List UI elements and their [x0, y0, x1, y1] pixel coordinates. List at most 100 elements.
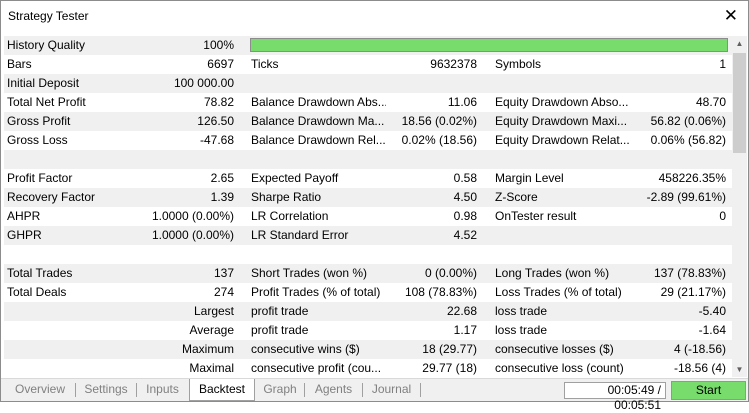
- sharpe-ratio-value: 4.50: [453, 191, 477, 204]
- consecutive-wins-value: 18 (29.77): [422, 343, 477, 356]
- ticks-value: 9632378: [430, 58, 477, 71]
- symbols-label: Symbols: [495, 58, 542, 71]
- short-trades-label: Short Trades (won %): [251, 267, 368, 280]
- largest-profit-trade-label: profit trade: [251, 305, 309, 318]
- report-row: AHPR 1.0000 (0.00%) LR Correlation 0.98 …: [4, 207, 732, 226]
- loss-trades-value: 29 (21.17%): [660, 286, 726, 299]
- ontester-result-value: 0: [719, 210, 726, 223]
- consecutive-losses-value: 4 (-18.56): [673, 343, 726, 356]
- balance-drawdown-max-value: 18.56 (0.02%): [401, 115, 477, 128]
- report-row: GHPR 1.0000 (0.00%) LR Standard Error 4.…: [4, 226, 732, 245]
- long-trades-value: 137 (78.83%): [653, 267, 726, 280]
- average-profit-trade-value: 1.17: [453, 324, 477, 337]
- backtest-report: History Quality 100% Bars 6697 Ticks 963…: [4, 36, 732, 376]
- report-row: Total Deals 274 Profit Trades (% of tota…: [4, 283, 732, 302]
- average-label: Average: [189, 324, 234, 337]
- total-deals-value: 274: [213, 286, 234, 299]
- title-bar: Strategy Tester ✕: [1, 1, 748, 33]
- vertical-scrollbar[interactable]: ▲ ▼: [732, 36, 747, 377]
- consecutive-profit-value: 29.77 (18): [422, 362, 477, 375]
- profit-factor-value: 2.65: [210, 172, 234, 185]
- gross-loss-value: -47.68: [199, 134, 234, 147]
- expected-payoff-value: 0.58: [453, 172, 477, 185]
- largest-loss-trade-value: -5.40: [698, 305, 726, 318]
- equity-drawdown-rel-label: Equity Drawdown Relat...: [495, 134, 630, 147]
- report-row: Largest profit trade 22.68 loss trade -5…: [4, 302, 732, 321]
- consecutive-profit-label: consecutive profit (cou...: [251, 362, 382, 375]
- close-icon[interactable]: ✕: [724, 6, 738, 26]
- window-title: Strategy Tester: [8, 9, 89, 23]
- profit-trades-label: Profit Trades (% of total): [251, 286, 381, 299]
- report-row: Profit Factor 2.65 Expected Payoff 0.58 …: [4, 169, 732, 188]
- short-trades-value: 0 (0.00%): [424, 267, 477, 280]
- consecutive-loss-label: consecutive loss (count): [495, 362, 624, 375]
- spacer-row: [4, 150, 732, 169]
- consecutive-losses-label: consecutive losses ($): [495, 343, 614, 356]
- average-loss-trade-value: -1.64: [698, 324, 726, 337]
- scrollbar-thumb[interactable]: [733, 53, 746, 153]
- initial-deposit-value: 100 000.00: [173, 77, 234, 90]
- margin-level-label: Margin Level: [495, 172, 564, 185]
- tab-backtest[interactable]: Backtest: [189, 379, 255, 401]
- lr-correlation-value: 0.98: [453, 210, 477, 223]
- consecutive-loss-value: -18.56 (4): [673, 362, 726, 375]
- tab-journal[interactable]: Journal: [363, 381, 420, 399]
- lr-standard-error-value: 4.52: [453, 229, 477, 242]
- bars-value: 6697: [207, 58, 234, 71]
- report-row: Maximum consecutive wins ($) 18 (29.77) …: [4, 340, 732, 359]
- report-row: Bars 6697 Ticks 9632378 Symbols 1: [4, 55, 732, 74]
- spacer-row: [4, 245, 732, 264]
- balance-drawdown-abs-value: 11.06: [447, 96, 477, 109]
- loss-trades-label: Loss Trades (% of total): [495, 286, 622, 299]
- profit-trades-value: 108 (78.83%): [404, 286, 477, 299]
- tab-bar: Overview Settings Inputs Backtest Graph …: [1, 378, 748, 412]
- recovery-factor-value: 1.39: [210, 191, 234, 204]
- balance-drawdown-rel-label: Balance Drawdown Rel...: [251, 134, 386, 147]
- tab-agents[interactable]: Agents: [305, 381, 362, 399]
- report-row: Gross Loss -47.68 Balance Drawdown Rel..…: [4, 131, 732, 150]
- history-quality-fill: [251, 39, 727, 51]
- report-row: Gross Profit 126.50 Balance Drawdown Ma.…: [4, 112, 732, 131]
- balance-drawdown-max-label: Balance Drawdown Ma...: [251, 115, 385, 128]
- lr-standard-error-label: LR Standard Error: [251, 229, 349, 242]
- total-trades-value: 137: [213, 267, 234, 280]
- ghpr-value: 1.0000 (0.00%): [151, 229, 234, 242]
- equity-drawdown-max-value: 56.82 (0.06%): [650, 115, 726, 128]
- start-button[interactable]: Start: [671, 381, 746, 400]
- tab-graph[interactable]: Graph: [256, 381, 304, 399]
- history-quality-value: 100%: [203, 39, 234, 52]
- expected-payoff-label: Expected Payoff: [251, 172, 339, 185]
- balance-drawdown-rel-value: 0.02% (18.56): [401, 134, 477, 147]
- elapsed-time-display: 00:05:49 / 00:05:51: [564, 382, 666, 412]
- chevron-down-icon[interactable]: ▼: [732, 362, 747, 377]
- maximal-label: Maximal: [189, 362, 234, 375]
- average-profit-trade-label: profit trade: [251, 324, 309, 337]
- report-row: Recovery Factor 1.39 Sharpe Ratio 4.50 Z…: [4, 188, 732, 207]
- report-row: Total Trades 137 Short Trades (won %) 0 …: [4, 264, 732, 283]
- equity-drawdown-rel-value: 0.06% (56.82): [650, 134, 726, 147]
- ahpr-value: 1.0000 (0.00%): [151, 210, 234, 223]
- lr-correlation-label: LR Correlation: [251, 210, 329, 223]
- average-loss-trade-label: loss trade: [495, 324, 548, 337]
- history-quality-row: History Quality 100%: [4, 36, 732, 55]
- gross-profit-value: 126.50: [197, 115, 234, 128]
- largest-profit-trade-value: 22.68: [446, 305, 477, 318]
- tab-settings[interactable]: Settings: [76, 381, 136, 399]
- chevron-up-icon[interactable]: ▲: [732, 36, 747, 51]
- margin-level-value: 458226.35%: [658, 172, 726, 185]
- consecutive-wins-label: consecutive wins ($): [251, 343, 360, 356]
- long-trades-label: Long Trades (won %): [495, 267, 610, 280]
- tab-inputs[interactable]: Inputs: [137, 381, 188, 399]
- equity-drawdown-abs-label: Equity Drawdown Abso...: [495, 96, 629, 109]
- maximum-label: Maximum: [181, 343, 234, 356]
- tab-divider: [420, 383, 421, 397]
- report-row: Initial Deposit 100 000.00: [4, 74, 732, 93]
- report-row: Total Net Profit 78.82 Balance Drawdown …: [4, 93, 732, 112]
- z-score-value: -2.89 (99.61%): [646, 191, 726, 204]
- total-net-profit-value: 78.82: [203, 96, 234, 109]
- strategy-tester-window: Strategy Tester ✕ History Quality 100% B…: [0, 0, 749, 412]
- tab-overview[interactable]: Overview: [5, 381, 75, 399]
- sharpe-ratio-label: Sharpe Ratio: [251, 191, 322, 204]
- report-row: Maximal consecutive profit (cou... 29.77…: [4, 359, 732, 376]
- history-quality-bar: [250, 38, 728, 52]
